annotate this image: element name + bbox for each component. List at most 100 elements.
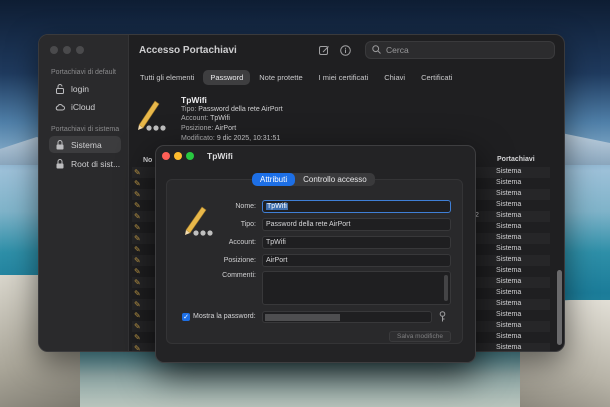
tab-passwords[interactable]: Password: [203, 70, 251, 85]
row-keychain: Sistema: [496, 245, 522, 252]
column-header-name[interactable]: No: [143, 157, 152, 164]
column-header-keychain[interactable]: Portachiavi: [497, 156, 535, 163]
tab-keys[interactable]: Chiavi: [377, 70, 412, 85]
sidebar-item-label: login: [71, 83, 89, 94]
lock-icon: [55, 158, 65, 169]
pencil-icon: ✎: [134, 190, 141, 199]
detail-item-name: TpWifi: [181, 95, 207, 105]
type-field[interactable]: Password della rete AirPort: [262, 218, 451, 231]
location-field[interactable]: AirPort: [262, 254, 451, 267]
name-value: TpWifi: [266, 203, 288, 210]
search-placeholder: Cerca: [386, 45, 409, 55]
name-field[interactable]: TpWifi: [262, 200, 451, 213]
sidebar-item-root[interactable]: Root di sist...: [49, 155, 121, 172]
checkmark-icon: ✓: [183, 314, 189, 321]
dialog-minimize-button[interactable]: [174, 152, 182, 160]
detail-location-value: AirPort: [214, 125, 237, 132]
pencil-icon: ✎: [134, 289, 141, 298]
pencil-icon: ✎: [134, 179, 141, 188]
sidebar-item-label: iCloud: [71, 101, 96, 112]
dialog-window-controls: [162, 152, 194, 160]
row-keychain: Sistema: [496, 179, 522, 186]
row-keychain: Sistema: [496, 322, 522, 329]
pencil-icon: ✎: [134, 245, 141, 254]
tab-certificates[interactable]: Certificati: [414, 70, 459, 85]
detail-modified-label: Modificato:: [181, 135, 215, 142]
detail-type: Tipo: Password della rete AirPort: [181, 106, 283, 113]
row-keychain: Sistema: [496, 212, 522, 219]
list-scrollbar[interactable]: [557, 270, 562, 345]
password-field[interactable]: [262, 311, 432, 323]
row-keychain: Sistema: [496, 278, 522, 285]
detail-type-value: Password della rete AirPort: [198, 106, 283, 113]
sidebar: Portachiavi di default login iCloud Port…: [39, 35, 129, 351]
row-keychain: Sistema: [496, 201, 522, 208]
zoom-button[interactable]: [76, 46, 84, 54]
row-keychain: Sistema: [496, 267, 522, 274]
window-title: Accesso Portachiavi: [139, 45, 237, 56]
pencil-icon: ✎: [134, 322, 141, 331]
type-label: Tipo:: [240, 221, 256, 228]
tab-all-items[interactable]: Tutti gli elementi: [133, 70, 201, 85]
password-item-icon: [135, 97, 169, 133]
row-keychain: Sistema: [496, 300, 522, 307]
account-label: Account:: [228, 239, 256, 246]
pencil-icon: ✎: [134, 234, 141, 243]
row-keychain: Sistema: [496, 223, 522, 230]
tab-attributes[interactable]: Attributi: [252, 173, 296, 186]
comments-scrollbar[interactable]: [444, 275, 448, 301]
tab-access-control[interactable]: Controllo accesso: [295, 173, 375, 186]
pencil-icon: ✎: [134, 212, 141, 221]
pencil-icon: ✎: [134, 267, 141, 276]
pencil-icon: ✎: [134, 223, 141, 232]
sidebar-item-login[interactable]: login: [49, 80, 121, 97]
dialog-zoom-button[interactable]: [186, 152, 194, 160]
password-mask: [265, 314, 340, 321]
comments-field[interactable]: [262, 271, 451, 305]
lock-open-icon: [55, 83, 65, 94]
tab-secure-notes[interactable]: Note protette: [252, 70, 309, 85]
search-input[interactable]: Cerca: [365, 41, 555, 59]
detail-location-label: Posizione:: [181, 125, 214, 132]
key-icon[interactable]: [439, 311, 446, 324]
minimize-button[interactable]: [63, 46, 71, 54]
detail-account: Account: TpWifi: [181, 115, 230, 122]
dialog-title: TpWifi: [207, 151, 233, 161]
info-icon[interactable]: [337, 42, 353, 58]
account-field[interactable]: TpWifi: [262, 236, 451, 249]
row-keychain: Sistema: [496, 190, 522, 197]
detail-account-label: Account:: [181, 115, 209, 122]
comments-label: Commenti:: [222, 272, 256, 279]
pencil-icon: ✎: [134, 300, 141, 309]
row-keychain: Sistema: [496, 234, 522, 241]
row-keychain: Sistema: [496, 311, 522, 318]
lock-icon: [55, 139, 65, 150]
sidebar-item-icloud[interactable]: iCloud: [49, 98, 121, 115]
close-button[interactable]: [50, 46, 58, 54]
pencil-icon: ✎: [134, 256, 141, 265]
window-controls: [50, 46, 84, 54]
segmented-control: Attributi Controllo accesso: [252, 173, 375, 186]
tab-my-certificates[interactable]: I miei certificati: [312, 70, 376, 85]
detail-type-label: Tipo:: [181, 106, 197, 113]
pencil-icon: ✎: [134, 168, 141, 177]
pencil-icon: ✎: [134, 333, 141, 342]
sidebar-item-label: Root di sist...: [71, 158, 121, 169]
cloud-icon: [55, 102, 65, 112]
pencil-icon: ✎: [134, 278, 141, 287]
sidebar-item-sistema[interactable]: Sistema: [49, 136, 121, 153]
row-keychain: Sistema: [496, 333, 522, 340]
show-password-checkbox[interactable]: ✓: [182, 313, 190, 321]
pencil-icon: ✎: [134, 344, 141, 352]
dialog-close-button[interactable]: [162, 152, 170, 160]
pencil-icon: ✎: [134, 311, 141, 320]
compose-icon[interactable]: [316, 42, 332, 58]
show-password-label: Mostra la password:: [193, 313, 256, 320]
location-label: Posizione:: [223, 257, 256, 264]
sidebar-item-label: Sistema: [71, 139, 102, 150]
sidebar-section-system: Portachiavi di sistema: [51, 126, 120, 133]
save-changes-button[interactable]: Salva modifiche: [389, 331, 451, 342]
sidebar-section-default: Portachiavi di default: [51, 69, 116, 76]
row-keychain: Sistema: [496, 168, 522, 175]
row-keychain: Sistema: [496, 289, 522, 296]
